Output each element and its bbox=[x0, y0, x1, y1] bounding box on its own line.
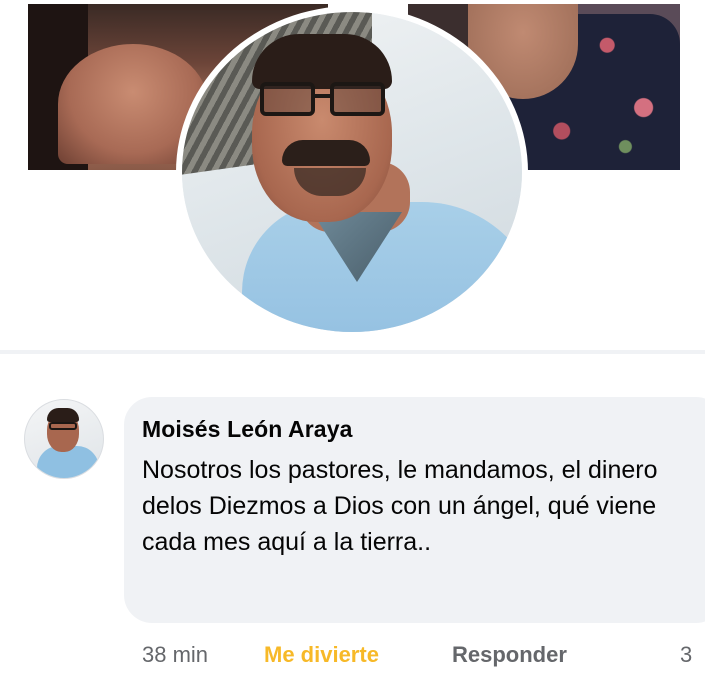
comment-text: Nosotros los pastores, le mandamos, el d… bbox=[142, 456, 658, 556]
comment-author-name[interactable]: Moisés León Araya bbox=[142, 416, 352, 443]
comment-author-avatar[interactable] bbox=[24, 399, 104, 479]
profile-header bbox=[0, 0, 705, 350]
section-divider bbox=[0, 350, 705, 354]
comment-timestamp[interactable]: 38 min bbox=[142, 642, 208, 668]
profile-picture[interactable] bbox=[176, 6, 528, 338]
reaction-count[interactable]: 3 bbox=[680, 642, 692, 668]
glasses-detail bbox=[260, 82, 388, 118]
reaction-button[interactable]: Me divierte bbox=[264, 642, 379, 668]
reply-button[interactable]: Responder bbox=[452, 642, 567, 668]
